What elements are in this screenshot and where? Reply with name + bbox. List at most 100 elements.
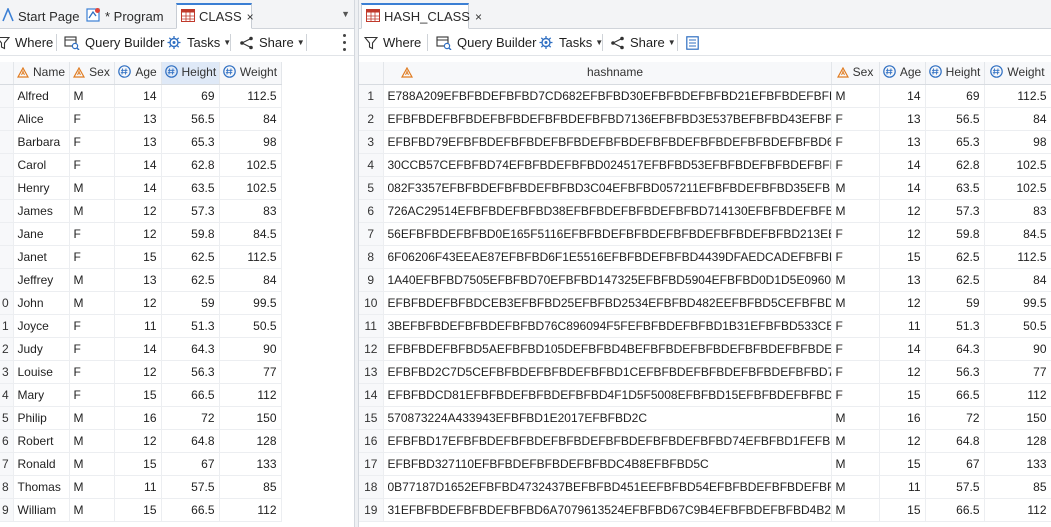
table-cell[interactable]: F [69, 337, 115, 361]
where-button[interactable]: Where [0, 32, 53, 53]
row-number-cell[interactable] [0, 199, 14, 223]
share-button[interactable]: Share ▼ [239, 32, 305, 53]
table-cell[interactable]: William [13, 498, 70, 522]
table-row[interactable]: 9 William M 15 66.5 112 [0, 498, 282, 522]
table-cell[interactable]: Judy [13, 337, 70, 361]
table-cell[interactable]: 72 [161, 406, 220, 430]
table-cell[interactable]: 13 [114, 107, 162, 131]
table-cell[interactable]: 56.5 [161, 107, 220, 131]
table-cell[interactable]: F [69, 314, 115, 338]
table-cell[interactable]: 56EFBFBDEFBFBD0E165F5116EFBFBDEFBFBDEFBF… [383, 222, 832, 246]
table-cell[interactable]: 112 [984, 383, 1051, 407]
table-cell[interactable]: EFBFBD327110EFBFBDEFBFBDEFBFBDC4B8EFBFBD… [383, 452, 832, 476]
table-cell[interactable]: M [69, 176, 115, 200]
table-cell[interactable]: 15 [879, 498, 926, 522]
row-number-cell[interactable] [0, 245, 14, 269]
table-cell[interactable]: M [831, 475, 880, 499]
table-cell[interactable]: M [69, 199, 115, 223]
table-cell[interactable]: 62.8 [161, 153, 220, 177]
table-cell[interactable]: 12 [879, 291, 926, 315]
table-cell[interactable]: M [69, 475, 115, 499]
row-number-cell[interactable] [0, 222, 14, 246]
table-cell[interactable]: 59.8 [925, 222, 985, 246]
table-cell[interactable]: Jeffrey [13, 268, 70, 292]
table-cell[interactable]: 14 [114, 153, 162, 177]
table-cell[interactable]: 13 [879, 130, 926, 154]
table-cell[interactable]: M [831, 291, 880, 315]
table-cell[interactable]: 14 [114, 176, 162, 200]
table-cell[interactable]: 0B77187D1652EFBFBD4732437BEFBFBD451EEFBF… [383, 475, 832, 499]
tasks-button[interactable]: Tasks ▼ [538, 32, 603, 53]
row-number-cell[interactable]: 4 [0, 383, 14, 407]
column-header-hashname[interactable]: hashname [383, 62, 832, 85]
table-cell[interactable]: 12 [879, 222, 926, 246]
table-cell[interactable]: 14 [879, 337, 926, 361]
table-row[interactable]: 15 570873224A433943EFBFBD1E2017EFBFBD2C M 1… [359, 406, 1051, 430]
where-button[interactable]: Where [364, 32, 421, 53]
table-cell[interactable]: 15 [879, 452, 926, 476]
table-cell[interactable]: 12 [114, 291, 162, 315]
table-cell[interactable]: 62.5 [925, 268, 985, 292]
table-cell[interactable]: EFBFBD79EFBFBDEFBFBDEFBFBDEFBFBDEFBFBDEF… [383, 130, 832, 154]
row-number-cell[interactable]: 5 [359, 176, 384, 200]
table-cell[interactable]: 50.5 [219, 314, 282, 338]
row-number-cell[interactable]: 5 [0, 406, 14, 430]
table-cell[interactable]: 14 [879, 153, 926, 177]
table-row[interactable]: Alice F 13 56.5 84 [0, 107, 282, 131]
table-cell[interactable]: 62.8 [925, 153, 985, 177]
table-cell[interactable]: 128 [984, 429, 1051, 453]
table-row[interactable]: 16 EFBFBD17EFBFBDEFBFBDEFBFBDEFBFBDEFBFBD… [359, 429, 1051, 453]
table-cell[interactable]: M [69, 406, 115, 430]
table-row[interactable]: 17 EFBFBD327110EFBFBDEFBFBDEFBFBDC4B8EFBF… [359, 452, 1051, 476]
more-options-icon[interactable] [342, 34, 346, 51]
column-header-sex[interactable]: Sex [69, 62, 115, 85]
row-number-cell[interactable]: 3 [359, 130, 384, 154]
table-cell[interactable]: 85 [984, 475, 1051, 499]
table-cell[interactable]: 133 [219, 452, 282, 476]
table-cell[interactable]: 59.8 [161, 222, 220, 246]
row-number-cell[interactable]: 2 [0, 337, 14, 361]
table-cell[interactable]: 14 [879, 176, 926, 200]
table-row[interactable]: Jane F 12 59.8 84.5 [0, 222, 282, 246]
row-number-cell[interactable]: 6 [0, 429, 14, 453]
table-row[interactable]: 4 Mary F 15 66.5 112 [0, 383, 282, 407]
table-cell[interactable]: F [69, 153, 115, 177]
table-row[interactable]: Henry M 14 63.5 102.5 [0, 176, 282, 200]
table-cell[interactable]: F [831, 360, 880, 384]
close-icon[interactable]: × [475, 10, 482, 24]
table-cell[interactable]: 112.5 [219, 84, 282, 108]
table-cell[interactable]: Janet [13, 245, 70, 269]
table-cell[interactable]: 56.3 [161, 360, 220, 384]
column-header-height[interactable]: Height [161, 62, 220, 85]
column-header-age[interactable]: Age [114, 62, 162, 85]
table-cell[interactable]: 12 [879, 429, 926, 453]
table-cell[interactable]: 64.3 [161, 337, 220, 361]
table-cell[interactable]: 15 [114, 245, 162, 269]
table-cell[interactable]: 15 [879, 383, 926, 407]
table-cell[interactable]: 570873224A433943EFBFBD1E2017EFBFBD2C [383, 406, 832, 430]
table-cell[interactable]: Carol [13, 153, 70, 177]
row-number-cell[interactable] [0, 176, 14, 200]
table-cell[interactable]: 67 [925, 452, 985, 476]
table-cell[interactable]: 99.5 [984, 291, 1051, 315]
table-row[interactable]: 2 EFBFBDEFBFBDEFBFBDEFBFBDEFBFBD7136EFBFB… [359, 107, 1051, 131]
table-cell[interactable]: 14 [879, 84, 926, 108]
table-cell[interactable]: 57.3 [925, 199, 985, 223]
table-cell[interactable]: Mary [13, 383, 70, 407]
table-cell[interactable]: M [831, 268, 880, 292]
table-cell[interactable]: F [831, 337, 880, 361]
table-cell[interactable]: 90 [219, 337, 282, 361]
table-cell[interactable]: 112 [219, 383, 282, 407]
table-cell[interactable]: 84 [219, 268, 282, 292]
table-cell[interactable]: 65.3 [161, 130, 220, 154]
table-cell[interactable]: 31EFBFBDEFBFBDEFBFBD6A7079613524EFBFBD67… [383, 498, 832, 522]
table-cell[interactable]: 62.5 [161, 268, 220, 292]
table-row[interactable]: 6 726AC29514EFBFBDEFBFBD38EFBFBDEFBFBDEFB… [359, 199, 1051, 223]
row-number-cell[interactable]: 7 [359, 222, 384, 246]
table-cell[interactable]: M [831, 406, 880, 430]
table-cell[interactable]: EFBFBDEFBFBDEFBFBDEFBFBDEFBFBD7136EFBFBD… [383, 107, 832, 131]
table-row[interactable]: 7 Ronald M 15 67 133 [0, 452, 282, 476]
row-number-cell[interactable]: 19 [359, 498, 384, 522]
row-number-cell[interactable]: 7 [0, 452, 14, 476]
table-cell[interactable]: 15 [879, 245, 926, 269]
